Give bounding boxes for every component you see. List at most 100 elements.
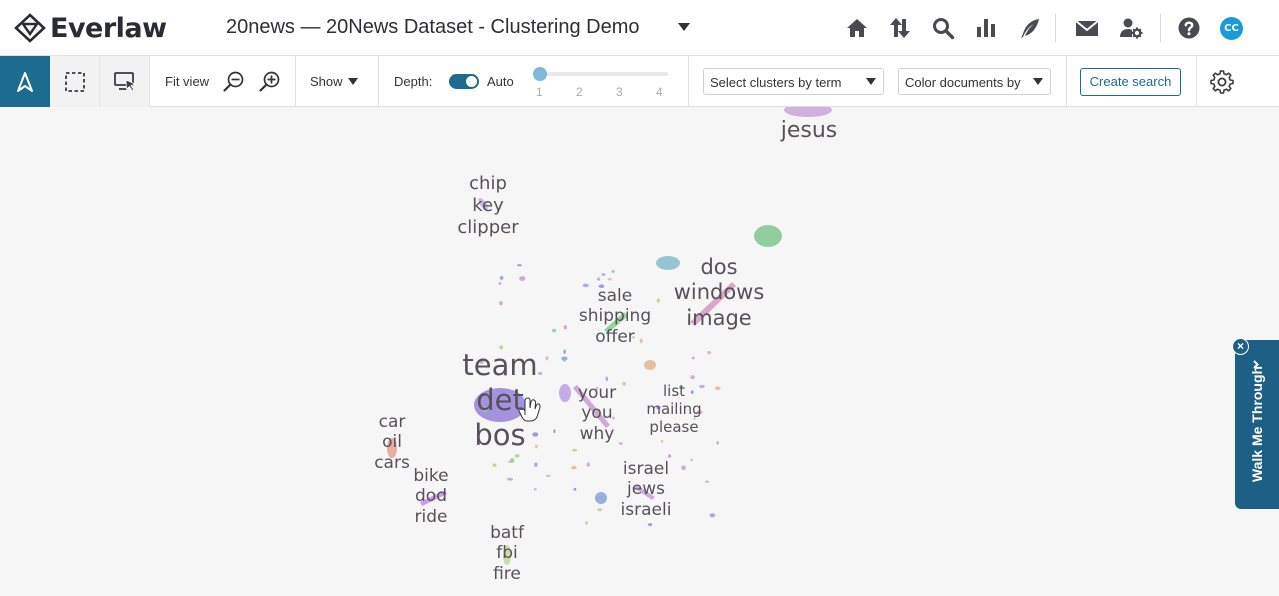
feather-icon[interactable] (1018, 16, 1042, 40)
cluster-term-label[interactable]: image (686, 307, 751, 329)
document-point[interactable] (561, 356, 568, 361)
document-point[interactable] (691, 356, 695, 360)
zoom-out-icon[interactable] (222, 69, 246, 93)
home-icon[interactable] (845, 16, 869, 40)
cluster-term-label[interactable]: batf (490, 524, 524, 542)
fit-view-button[interactable]: Fit view (165, 74, 209, 89)
close-icon[interactable]: × (1232, 338, 1249, 355)
document-point[interactable] (647, 523, 653, 527)
depth-tick-1[interactable]: 1 (536, 85, 543, 99)
cluster-term-label[interactable]: offer (595, 328, 635, 346)
cluster-blob[interactable] (656, 256, 680, 270)
document-point[interactable] (553, 429, 556, 434)
document-point[interactable] (607, 278, 612, 281)
document-point[interactable] (716, 441, 719, 445)
cluster-blob[interactable] (784, 107, 832, 117)
cluster-term-label[interactable]: oil (382, 434, 402, 451)
cluster-term-label[interactable]: mailing (646, 401, 701, 417)
cluster-term-label[interactable]: team (462, 350, 537, 380)
user-settings-icon[interactable] (1119, 16, 1143, 40)
select-tool-button[interactable] (0, 56, 50, 107)
user-avatar[interactable]: CC (1220, 17, 1243, 40)
document-point[interactable] (656, 298, 660, 303)
document-point[interactable] (563, 325, 568, 330)
document-point[interactable] (533, 488, 537, 491)
document-point[interactable] (709, 513, 716, 518)
document-point[interactable] (585, 521, 588, 525)
document-point[interactable] (622, 381, 626, 386)
cluster-term-label[interactable]: why (580, 425, 615, 443)
document-point[interactable] (532, 432, 539, 437)
document-point[interactable] (563, 349, 566, 355)
walk-me-through-tab[interactable]: Walk Me Through (1235, 340, 1279, 509)
gear-icon[interactable] (1210, 70, 1234, 94)
document-point[interactable] (582, 283, 589, 288)
project-dropdown-caret-icon[interactable] (678, 23, 690, 31)
show-menu-button[interactable]: Show (310, 74, 343, 89)
color-documents-dropdown[interactable]: Color documents by (898, 68, 1051, 95)
bar-chart-icon[interactable] (974, 16, 998, 40)
create-search-button[interactable]: Create search (1080, 68, 1181, 96)
cluster-term-label[interactable]: windows (674, 282, 765, 303)
cluster-term-label[interactable]: your (578, 384, 616, 402)
document-point[interactable] (707, 351, 712, 355)
cluster-term-label[interactable]: fbi (496, 545, 518, 562)
cluster-map-canvas[interactable]: jesus chip key clipper dos windows image sale sh… (0, 107, 1279, 596)
document-point[interactable] (597, 508, 603, 512)
document-point[interactable] (668, 454, 672, 458)
cluster-term-label[interactable]: israeli (621, 501, 672, 519)
select-clusters-dropdown[interactable]: Select clusters by term (703, 68, 884, 95)
cluster-term-label[interactable]: bike (413, 467, 448, 485)
document-point[interactable] (534, 462, 538, 468)
document-point[interactable] (498, 282, 502, 285)
cluster-blob[interactable] (644, 360, 656, 370)
document-point[interactable] (535, 444, 538, 449)
cluster-term-label[interactable]: list (663, 383, 685, 399)
cluster-term-label[interactable]: shipping (579, 308, 651, 325)
depth-tick-3[interactable]: 3 (616, 85, 623, 99)
box-select-tool-button[interactable] (50, 56, 100, 107)
cluster-term-label[interactable]: ride (415, 508, 448, 526)
cluster-term-label[interactable]: fire (493, 565, 521, 583)
document-point[interactable] (514, 454, 520, 458)
cluster-term-label[interactable]: you (581, 405, 612, 422)
document-point[interactable] (499, 275, 504, 280)
everlaw-logo[interactable]: Everlaw (14, 12, 167, 44)
mail-icon[interactable] (1075, 16, 1099, 40)
document-point[interactable] (597, 277, 601, 281)
document-point[interactable] (509, 458, 515, 463)
document-point[interactable] (517, 264, 522, 267)
document-point[interactable] (545, 474, 551, 477)
depth-slider-track[interactable] (540, 72, 668, 76)
document-point[interactable] (611, 270, 615, 273)
cluster-blob[interactable] (595, 492, 607, 504)
document-point[interactable] (499, 300, 503, 306)
cluster-term-label[interactable]: sale (598, 287, 632, 305)
cluster-blob[interactable] (754, 225, 782, 247)
cluster-term-label[interactable]: car (379, 413, 406, 431)
document-point[interactable] (690, 390, 694, 394)
document-point[interactable] (714, 386, 721, 391)
document-point[interactable] (571, 466, 577, 470)
screen-select-tool-button[interactable] (100, 56, 150, 107)
document-point[interactable] (660, 440, 664, 443)
cluster-term-label[interactable]: dos (700, 256, 737, 278)
document-point[interactable] (681, 465, 686, 471)
help-icon[interactable] (1177, 16, 1201, 40)
depth-slider-handle[interactable] (533, 67, 547, 81)
depth-tick-2[interactable]: 2 (576, 85, 583, 99)
document-point[interactable] (705, 480, 709, 483)
document-point[interactable] (571, 448, 578, 452)
document-point[interactable] (605, 376, 609, 382)
show-caret-icon[interactable] (348, 78, 358, 85)
cluster-term-label[interactable]: cars (374, 454, 410, 472)
document-point[interactable] (552, 328, 557, 333)
cluster-term-label[interactable]: key (472, 196, 504, 215)
zoom-in-icon[interactable] (258, 69, 282, 93)
document-point[interactable] (545, 356, 549, 361)
document-point[interactable] (601, 273, 606, 276)
depth-tick-4[interactable]: 4 (656, 85, 663, 99)
document-point[interactable] (492, 463, 497, 468)
cluster-term-label[interactable]: clipper (457, 218, 518, 237)
transfer-icon[interactable] (888, 16, 912, 40)
